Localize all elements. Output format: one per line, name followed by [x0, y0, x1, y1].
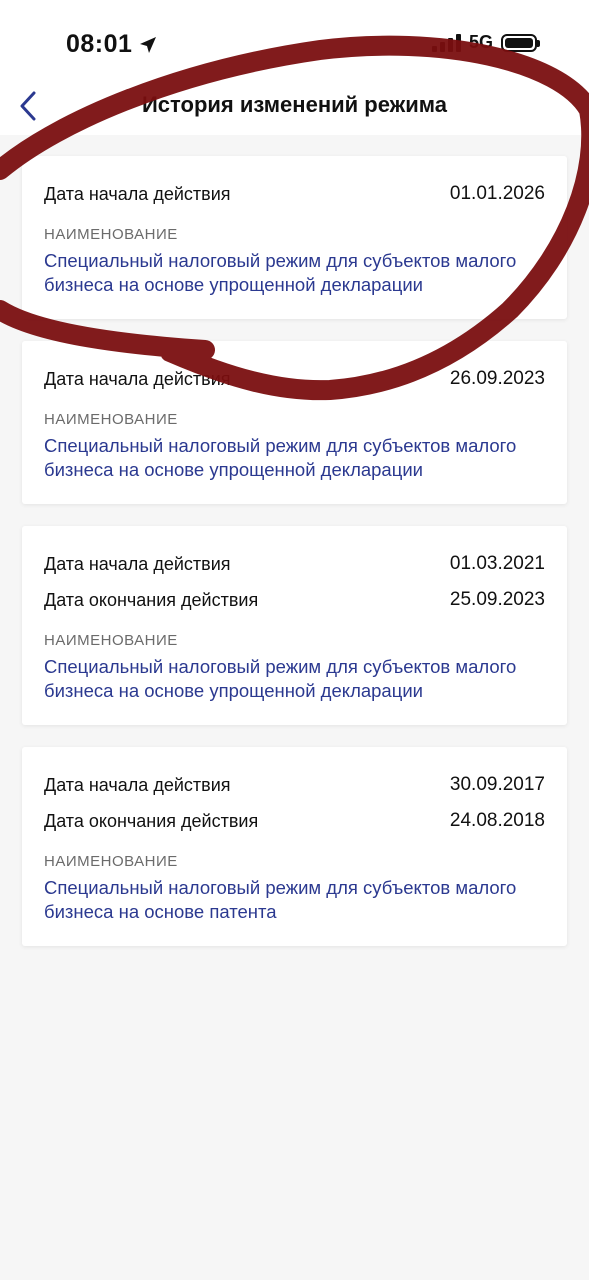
- end-date-value: 24.08.2018: [449, 810, 545, 831]
- end-date-label: Дата окончания действия: [44, 590, 259, 610]
- start-date-row: Дата начала действия 30.09.2017: [44, 767, 545, 803]
- start-date-value: 26.09.2023: [449, 368, 545, 389]
- start-date-row: Дата начала действия 01.03.2021: [44, 546, 545, 582]
- regime-card[interactable]: Дата начала действия 30.09.2017 Дата око…: [22, 747, 567, 946]
- regime-card[interactable]: Дата начала действия 26.09.2023 НАИМЕНОВ…: [22, 341, 567, 504]
- regime-history-list: Дата начала действия 01.01.2026 НАИМЕНОВ…: [22, 156, 567, 968]
- start-date-value: 01.01.2026: [449, 183, 545, 204]
- start-date-label: Дата начала действия: [44, 369, 231, 389]
- status-bar: 08:01 5G: [0, 0, 589, 80]
- page-title: История изменений режима: [141, 92, 447, 117]
- name-section-label: НАИМЕНОВАНИЕ: [44, 226, 178, 243]
- system-icons: 5G: [431, 32, 540, 53]
- end-date-row: Дата окончания действия 24.08.2018: [44, 803, 545, 839]
- name-section-label: НАИМЕНОВАНИЕ: [44, 411, 178, 428]
- regime-card[interactable]: Дата начала действия 01.01.2026 НАИМЕНОВ…: [22, 156, 567, 319]
- header: История изменений режима: [0, 80, 589, 135]
- end-date-value: 25.09.2023: [449, 589, 545, 610]
- start-date-label: Дата начала действия: [44, 184, 231, 204]
- regime-name: Специальный налоговый режим для субъекто…: [44, 250, 517, 295]
- battery-icon: [501, 33, 540, 52]
- end-date-label: Дата окончания действия: [44, 811, 259, 831]
- status-time: 08:01: [66, 30, 133, 58]
- start-date-value: 30.09.2017: [449, 774, 545, 795]
- location-arrow-icon: [140, 36, 157, 53]
- start-date-row: Дата начала действия 26.09.2023: [44, 361, 545, 397]
- start-date-label: Дата начала действия: [44, 775, 231, 795]
- name-section-label: НАИМЕНОВАНИЕ: [44, 853, 178, 870]
- start-date-row: Дата начала действия 01.01.2026: [44, 176, 545, 212]
- name-section-label: НАИМЕНОВАНИЕ: [44, 632, 178, 649]
- network-type: 5G: [468, 32, 493, 52]
- start-date-value: 01.03.2021: [449, 553, 545, 574]
- start-date-label: Дата начала действия: [44, 554, 231, 574]
- signal-bars-icon: [431, 33, 461, 52]
- regime-name: Специальный налоговый режим для субъекто…: [44, 435, 517, 480]
- regime-card[interactable]: Дата начала действия 01.03.2021 Дата око…: [22, 526, 567, 725]
- regime-name: Специальный налоговый режим для субъекто…: [44, 877, 517, 922]
- status-time-group: 08:01: [66, 30, 158, 59]
- regime-name: Специальный налоговый режим для субъекто…: [44, 656, 517, 701]
- end-date-row: Дата окончания действия 25.09.2023: [44, 582, 545, 618]
